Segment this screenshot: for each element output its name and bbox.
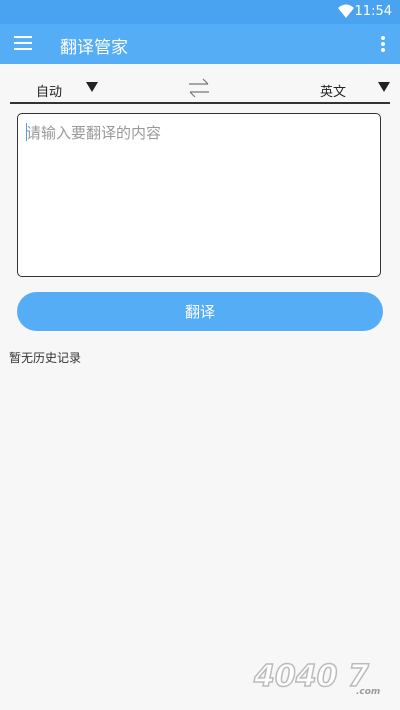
translation-input[interactable]: [24, 120, 378, 274]
dropdown-arrow-icon: [378, 82, 390, 92]
target-language-label: 英文: [320, 85, 347, 100]
svg-text:.com: .com: [356, 687, 380, 697]
menu-icon[interactable]: [14, 36, 32, 50]
watermark-logo: 4040 7 .com: [252, 658, 380, 697]
swap-icon[interactable]: [186, 78, 212, 98]
source-language-select[interactable]: 自动: [10, 78, 110, 100]
text-cursor: [26, 123, 27, 141]
app-title: 翻译管家: [60, 38, 128, 58]
target-language-select[interactable]: 英文: [320, 78, 390, 100]
status-time: 11:54: [354, 4, 392, 19]
wifi-icon: [338, 4, 354, 18]
history-empty-text: 暂无历史记录: [9, 351, 82, 365]
svg-text:4040: 4040: [253, 659, 338, 694]
translate-button[interactable]: 翻译: [17, 292, 383, 331]
translation-input-box: [17, 113, 381, 277]
more-vert-icon[interactable]: [380, 36, 386, 52]
status-bar: 11:54: [0, 0, 400, 24]
app-bar: 翻译管家: [0, 24, 400, 64]
language-selector-row: 自动 英文: [10, 74, 390, 104]
source-language-label: 自动: [36, 85, 63, 100]
dropdown-arrow-icon: [86, 82, 98, 92]
